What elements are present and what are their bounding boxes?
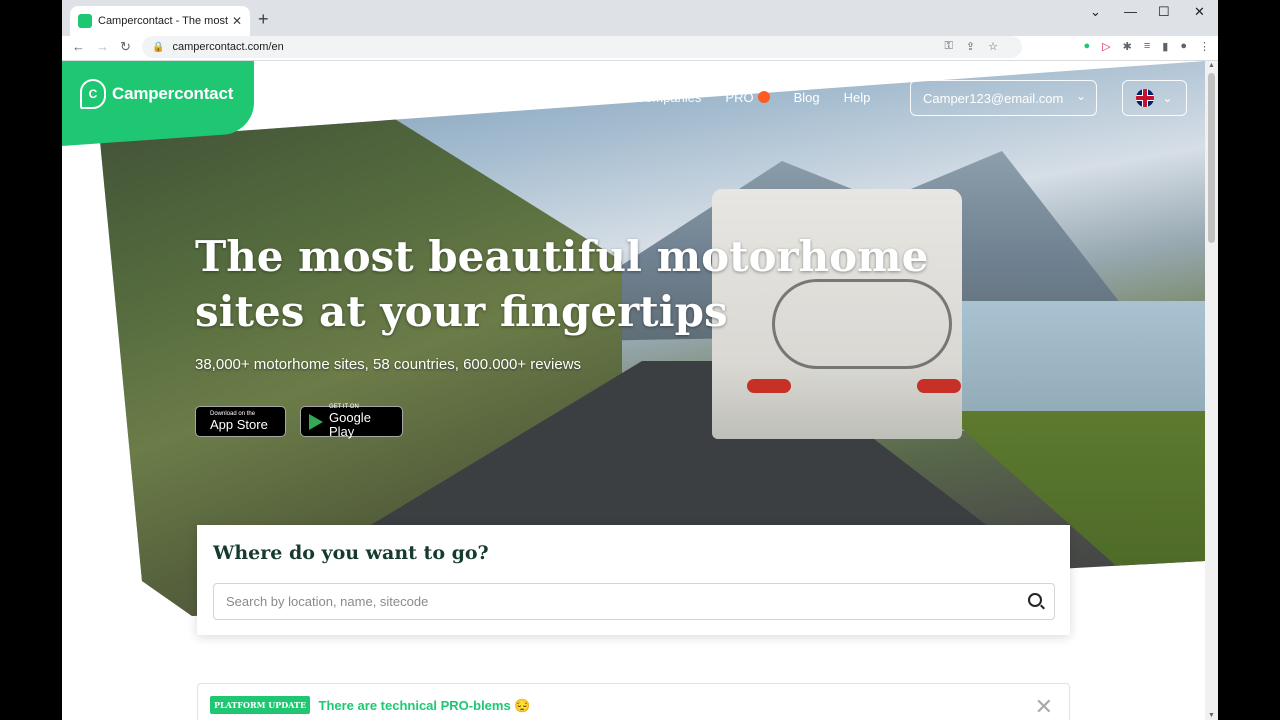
extension-icons: ● ▷ ✱ ≡ ▮ ● ⋮ bbox=[1084, 40, 1210, 53]
browser-toolbar: ← → ↻ 🔒 campercontact.com/en ⚿ ⇪ ☆ ● ▷ ✱… bbox=[62, 36, 1218, 61]
account-dropdown[interactable]: Camper123@email.com ⌄ bbox=[910, 80, 1097, 116]
hero-headline: The most beautiful motorhome sites at yo… bbox=[195, 232, 929, 336]
nav-blog[interactable]: Blog bbox=[794, 90, 820, 105]
gplay-large-text: Google Play bbox=[329, 410, 371, 439]
back-icon[interactable]: ← bbox=[72, 39, 85, 54]
reading-list-icon[interactable]: ≡ bbox=[1144, 40, 1150, 53]
search-field[interactable] bbox=[213, 583, 1055, 620]
new-tab-button[interactable]: + bbox=[258, 9, 269, 30]
letterbox-right bbox=[1218, 0, 1280, 720]
nav-help[interactable]: Help bbox=[844, 90, 871, 105]
account-email: Camper123@email.com bbox=[923, 90, 1064, 106]
favicon-icon bbox=[78, 14, 92, 28]
side-panel-icon[interactable]: ▮ bbox=[1162, 40, 1168, 53]
tab-title: Campercontact - The most beau bbox=[98, 15, 228, 27]
page-content: C Campercontact Motorhome sites Motorhom… bbox=[62, 61, 1205, 720]
search-icon[interactable] bbox=[1028, 593, 1042, 607]
search-card: Where do you want to go? bbox=[197, 525, 1070, 635]
appstore-large-text: App Store bbox=[210, 417, 268, 432]
scrollbar-thumb[interactable] bbox=[1208, 73, 1215, 243]
tail-light bbox=[917, 379, 961, 393]
lock-icon: 🔒 bbox=[152, 41, 165, 53]
nav-companies[interactable]: Companies bbox=[636, 90, 702, 105]
tab-strip: Campercontact - The most beau ✕ + ⌄ — ☐ … bbox=[62, 0, 1218, 36]
address-bar[interactable]: 🔒 campercontact.com/en bbox=[142, 36, 1022, 58]
logo-mark-icon: C bbox=[80, 79, 106, 109]
tail-light bbox=[747, 379, 791, 393]
brand-name: Campercontact bbox=[112, 84, 234, 103]
notice-message: There are technical PRO-blems 😔 bbox=[318, 698, 531, 713]
close-window-button[interactable]: ✕ bbox=[1194, 4, 1205, 20]
key-icon[interactable]: ⚿ bbox=[945, 40, 953, 53]
browser-tab[interactable]: Campercontact - The most beau ✕ bbox=[70, 6, 250, 36]
search-heading: Where do you want to go? bbox=[213, 542, 489, 564]
nav-pro-item[interactable]: PRO bbox=[725, 90, 770, 105]
share-icon[interactable]: ⇪ bbox=[966, 40, 975, 53]
profile-icon[interactable]: ● bbox=[1180, 40, 1187, 53]
app-store-button[interactable]: Download on the App Store bbox=[195, 406, 286, 437]
search-input[interactable] bbox=[226, 594, 1006, 609]
extension-icon[interactable]: ▷ bbox=[1102, 40, 1110, 53]
letterbox-left bbox=[0, 0, 62, 720]
reload-icon[interactable]: ↻ bbox=[120, 39, 131, 55]
chevron-down-icon: ⌄ bbox=[1162, 91, 1173, 105]
minimize-button[interactable]: — bbox=[1124, 4, 1137, 19]
omnibox-icons: ⚿ ⇪ ☆ bbox=[945, 40, 998, 53]
uk-flag-icon bbox=[1136, 89, 1155, 107]
nav-pro[interactable]: PRO bbox=[725, 90, 753, 105]
puzzle-icon[interactable]: ✱ bbox=[1123, 40, 1132, 53]
chevron-down-icon: ⌄ bbox=[1075, 89, 1086, 103]
forward-icon[interactable]: → bbox=[96, 39, 109, 54]
extension-icon[interactable]: ● bbox=[1084, 40, 1091, 53]
bookmark-star-icon[interactable]: ☆ bbox=[988, 40, 998, 53]
language-selector[interactable]: ⌄ bbox=[1122, 80, 1187, 116]
maximize-button[interactable]: ☐ bbox=[1158, 4, 1170, 20]
notice-badge: PLATFORM UPDATE bbox=[210, 696, 311, 714]
nav-motorhome-routes[interactable]: Motorhome Routes bbox=[501, 90, 612, 105]
main-nav: Motorhome sites Motorhome Routes Compani… bbox=[381, 90, 870, 105]
pro-dot-icon bbox=[757, 91, 770, 103]
menu-icon[interactable]: ⋮ bbox=[1199, 40, 1210, 53]
nav-motorhome-sites[interactable]: Motorhome sites bbox=[381, 90, 477, 105]
page-scrollbar[interactable]: ▲ ▼ bbox=[1205, 61, 1218, 720]
scroll-up-icon[interactable]: ▲ bbox=[1208, 62, 1215, 69]
tab-close-icon[interactable]: ✕ bbox=[232, 14, 242, 28]
tab-search-icon[interactable]: ⌄ bbox=[1090, 4, 1101, 20]
browser-window: Campercontact - The most beau ✕ + ⌄ — ☐ … bbox=[62, 0, 1218, 720]
url-text: campercontact.com/en bbox=[172, 41, 284, 53]
scroll-down-icon[interactable]: ▼ bbox=[1208, 712, 1215, 719]
platform-notice: PLATFORM UPDATE There are technical PRO-… bbox=[197, 683, 1070, 720]
google-play-button[interactable]: GET IT ON Google Play bbox=[300, 404, 403, 439]
close-icon[interactable]: ✕ bbox=[1035, 694, 1053, 720]
hero-subline: 38,000+ motorhome sites, 58 countries, 6… bbox=[195, 356, 582, 373]
site-logo[interactable]: C Campercontact bbox=[80, 79, 233, 109]
google-play-icon bbox=[309, 413, 323, 430]
